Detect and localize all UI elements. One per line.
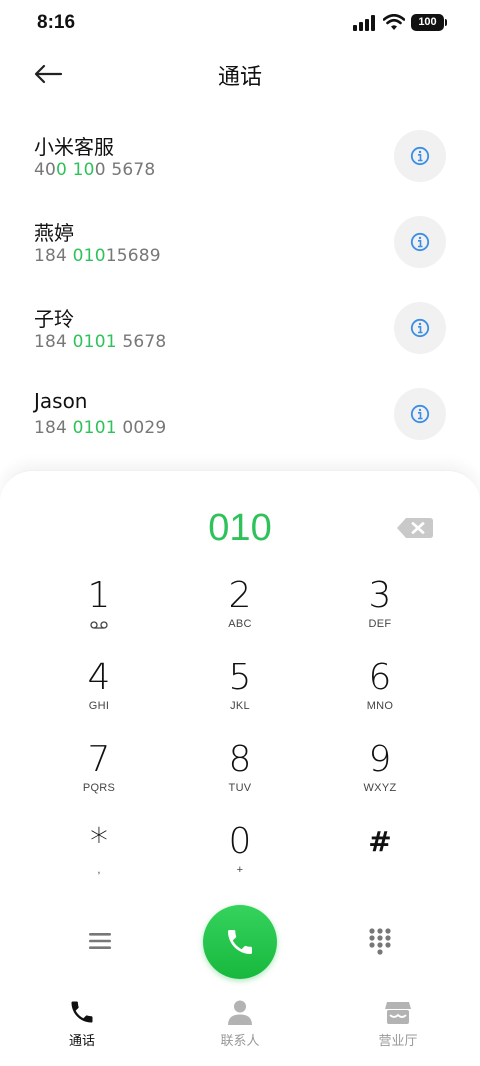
signal-icon (353, 14, 375, 31)
nav-label: 通话 (68, 1034, 95, 1049)
contact-row[interactable]: 子玲 184 0101 5678 (0, 284, 480, 370)
nav-label: 营业厅 (378, 1034, 418, 1049)
menu-button[interactable] (80, 925, 120, 957)
store-icon (385, 1002, 411, 1024)
dialpad-panel: 010 1 2 ABC 3 DEF 4 GHI 5 JKL 6 MNO 7 PQ… (0, 470, 480, 1066)
keypad-icon (369, 928, 391, 955)
contacts-icon (228, 1000, 252, 1025)
key-5[interactable]: 5 JKL (180, 658, 300, 734)
key-2[interactable]: 2 ABC (180, 576, 300, 652)
status-time: 8:16 (37, 12, 76, 33)
info-icon (410, 318, 430, 338)
key-star[interactable]: * , (39, 822, 159, 898)
battery-icon: 100 (411, 14, 447, 31)
match-highlight: 0 10 (56, 160, 95, 180)
nav-tab-calls[interactable]: 通话 (22, 998, 142, 1049)
match-highlight: 0101 (72, 418, 117, 438)
menu-icon (89, 933, 111, 949)
backspace-button[interactable] (396, 516, 434, 540)
status-bar: 8:16 100 (0, 0, 480, 48)
nav-tab-store[interactable]: 营业厅 (338, 998, 458, 1049)
page-title: 通话 (217, 65, 262, 90)
contact-name: 燕婷 (34, 221, 74, 245)
wifi-icon (383, 14, 405, 30)
dialpad-actions (0, 901, 480, 981)
key-7[interactable]: 7 PQRS (39, 740, 159, 816)
key-8[interactable]: 8 TUV (180, 740, 300, 816)
phone-icon (71, 1001, 93, 1023)
key-0[interactable]: 0 + (180, 822, 300, 898)
keypad-toggle-button[interactable] (360, 921, 400, 961)
contact-row[interactable]: Jason 184 0101 0029 (0, 370, 480, 456)
contact-suggestion-list: 小米客服 400 100 5678 燕婷 184 01015689 子玲 184… (0, 112, 480, 456)
contact-row[interactable]: 小米客服 400 100 5678 (0, 112, 480, 198)
phone-icon (228, 930, 252, 954)
match-highlight: 010 (72, 246, 106, 266)
contact-info-button[interactable] (394, 216, 446, 268)
key-hash[interactable]: # (320, 822, 440, 898)
contact-info-button[interactable] (394, 388, 446, 440)
key-6[interactable]: 6 MNO (320, 658, 440, 734)
contact-number: 184 0101 5678 (34, 332, 167, 352)
contact-row[interactable]: 燕婷 184 01015689 (0, 198, 480, 284)
contact-info-button[interactable] (394, 130, 446, 182)
contact-number: 400 100 5678 (34, 160, 156, 180)
contact-number: 184 01015689 (34, 246, 161, 266)
key-4[interactable]: 4 GHI (39, 658, 159, 734)
contact-name: 子玲 (34, 307, 74, 331)
contact-name: 小米客服 (34, 135, 114, 159)
voicemail-icon (90, 621, 108, 629)
backspace-icon (397, 518, 433, 538)
nav-tab-contacts[interactable]: 联系人 (180, 998, 300, 1049)
info-icon (410, 146, 430, 166)
nav-label: 联系人 (220, 1034, 260, 1049)
key-3[interactable]: 3 DEF (320, 576, 440, 652)
key-9[interactable]: 9 WXYZ (320, 740, 440, 816)
contact-name: Jason (34, 389, 88, 413)
info-icon (410, 232, 430, 252)
contact-info-button[interactable] (394, 302, 446, 354)
match-highlight: 0101 (72, 332, 117, 352)
status-icons: 100 (353, 14, 447, 31)
bottom-nav: 通话 联系人 营业厅 (0, 994, 480, 1066)
key-1[interactable]: 1 (39, 576, 159, 652)
call-button[interactable] (203, 905, 277, 979)
header: 通话 (0, 50, 480, 98)
contact-number: 184 0101 0029 (34, 418, 167, 438)
info-icon (410, 404, 430, 424)
